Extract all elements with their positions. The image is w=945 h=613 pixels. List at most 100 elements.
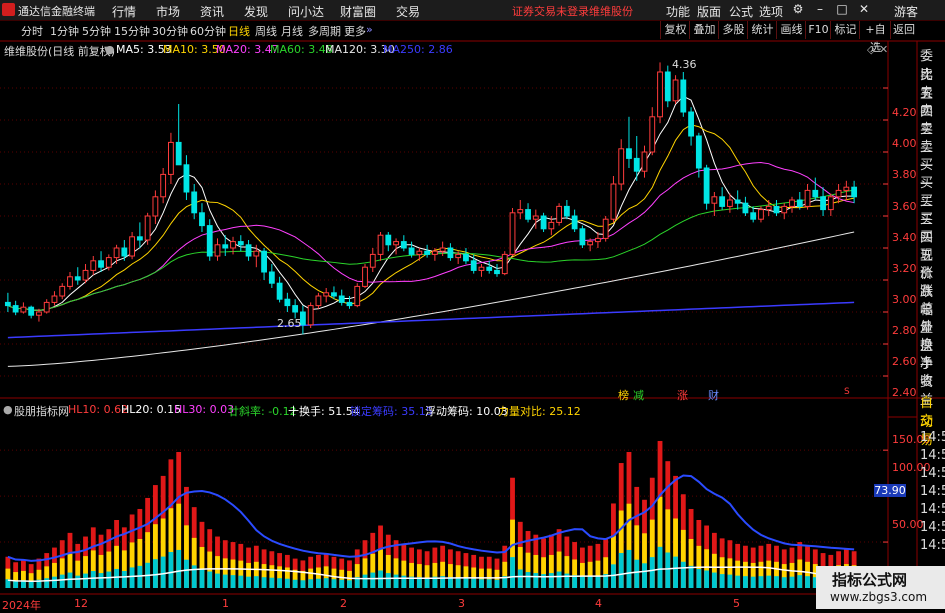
- indicator-bar-core: [781, 577, 787, 588]
- candle-body: [253, 250, 260, 257]
- candle-body: [331, 292, 337, 297]
- candle-body: [214, 244, 221, 257]
- indicator-bar-core: [300, 580, 306, 588]
- candle-body: [416, 250, 423, 255]
- indicator-bar-core: [385, 573, 391, 588]
- date-month-12: 12: [74, 597, 88, 610]
- event-mark-finance[interactable]: 财: [708, 387, 719, 403]
- date-month-5: 5: [733, 597, 740, 610]
- indicator-bar-core: [463, 578, 469, 588]
- indicator-bar-core: [215, 573, 220, 588]
- indicator-bar-core: [184, 559, 189, 588]
- indicator-bar-core: [347, 580, 352, 588]
- indicator-bar-core: [579, 576, 585, 588]
- candle-body: [563, 205, 570, 217]
- sub-legend-title: 股朋指标网: [14, 405, 69, 418]
- expand-icon[interactable]: ◇: [867, 43, 875, 56]
- indicator-bar-core: [106, 571, 112, 588]
- indicator-bar-core: [750, 576, 756, 588]
- indicator-bar-core: [719, 574, 725, 588]
- candle-body: [548, 221, 555, 230]
- candle-body: [98, 260, 104, 268]
- close-panel-icon[interactable]: ✕: [879, 43, 888, 56]
- indicator-bar-core: [292, 579, 298, 588]
- candle-body: [540, 215, 547, 230]
- indicator-bar-core: [67, 572, 73, 588]
- candle-body: [494, 269, 500, 275]
- indicator-bar-core: [673, 556, 678, 588]
- sub-slope: 廿斜率: -0.12: [228, 405, 297, 418]
- candle-body: [633, 157, 640, 172]
- indicator-bar-core: [688, 565, 694, 588]
- candle-body: [144, 215, 151, 241]
- indicator-bar-core: [618, 553, 624, 588]
- candle-body: [781, 205, 788, 214]
- indicator-bar-core: [98, 573, 104, 588]
- candle-body: [835, 189, 842, 198]
- event-mark-list[interactable]: 榜: [618, 387, 629, 403]
- event-mark-rise[interactable]: 涨: [677, 387, 688, 403]
- site-watermark: 指标公式网 www.zbgs3.com: [816, 566, 945, 609]
- indicator-bar-core: [424, 577, 430, 588]
- indicator-bar-core: [556, 571, 562, 588]
- candle-body: [765, 205, 772, 211]
- indicator-bar-core: [362, 574, 368, 588]
- price-tick-2-60: 2.60: [892, 355, 917, 368]
- indicator-bar-core: [323, 578, 329, 588]
- event-mark-s[interactable]: S: [844, 387, 850, 397]
- indicator-bar-core: [525, 572, 531, 588]
- sub-hl10: HL10: 0.62: [68, 403, 129, 416]
- candle-body: [719, 196, 726, 207]
- date-month-2: 2: [340, 597, 347, 610]
- indicator-bar-core: [766, 575, 772, 588]
- candle-body: [726, 199, 733, 207]
- candle-body: [121, 247, 128, 257]
- candle-body: [820, 196, 826, 211]
- candle-body: [51, 295, 58, 303]
- candle-body: [827, 196, 834, 211]
- indicator-bar-core: [59, 574, 65, 588]
- side-time: 14:5: [920, 484, 945, 499]
- date-month-4: 4: [595, 597, 602, 610]
- candle-body: [261, 250, 267, 273]
- indicator-bar-core: [176, 549, 182, 588]
- indicator-bar-core: [494, 579, 500, 588]
- candle-body: [183, 164, 190, 193]
- candle-body: [113, 247, 120, 259]
- candle-body: [400, 241, 407, 249]
- sub-hl20: HL20: 0.15: [121, 403, 182, 416]
- price-tick-4-00: 4.00: [892, 137, 917, 150]
- indicator-bar-core: [789, 576, 795, 588]
- indicator-bar-core: [261, 577, 267, 588]
- legend-dot-icon: ●: [105, 43, 115, 56]
- indicator-bar-core: [246, 576, 251, 588]
- indicator-bar-core: [13, 580, 19, 588]
- candle-body: [129, 236, 136, 257]
- candle-body: [796, 199, 803, 207]
- sub-turnover: 十换手: 51.54: [288, 405, 360, 418]
- kline-chart[interactable]: [0, 0, 945, 609]
- sub-power-ratio: 力量对比: 25.12: [498, 405, 581, 418]
- indicator-bar-core: [370, 572, 376, 588]
- indicator-bar-core: [152, 559, 158, 588]
- ma250-line: [7, 301, 855, 339]
- candle-body: [587, 241, 594, 246]
- candle-body: [680, 79, 687, 113]
- candle-body: [152, 196, 159, 217]
- price-tick-3-20: 3.20: [892, 262, 917, 275]
- candle-body: [672, 79, 679, 102]
- indicator-bar-core: [75, 575, 81, 588]
- indicator-bar-core: [316, 578, 321, 588]
- candle-body: [486, 266, 493, 271]
- price-tick-3-80: 3.80: [892, 168, 917, 181]
- candle-body: [455, 253, 462, 259]
- candle-body: [439, 247, 446, 252]
- candle-body: [346, 301, 353, 307]
- watermark-url: www.zbgs3.com: [830, 590, 928, 604]
- candle-body: [90, 260, 97, 271]
- candle-body: [478, 266, 485, 271]
- indicator-bar-core: [727, 574, 733, 588]
- candle-body: [82, 269, 89, 281]
- event-mark-reduce[interactable]: 减: [633, 387, 644, 403]
- candle-body: [59, 285, 66, 297]
